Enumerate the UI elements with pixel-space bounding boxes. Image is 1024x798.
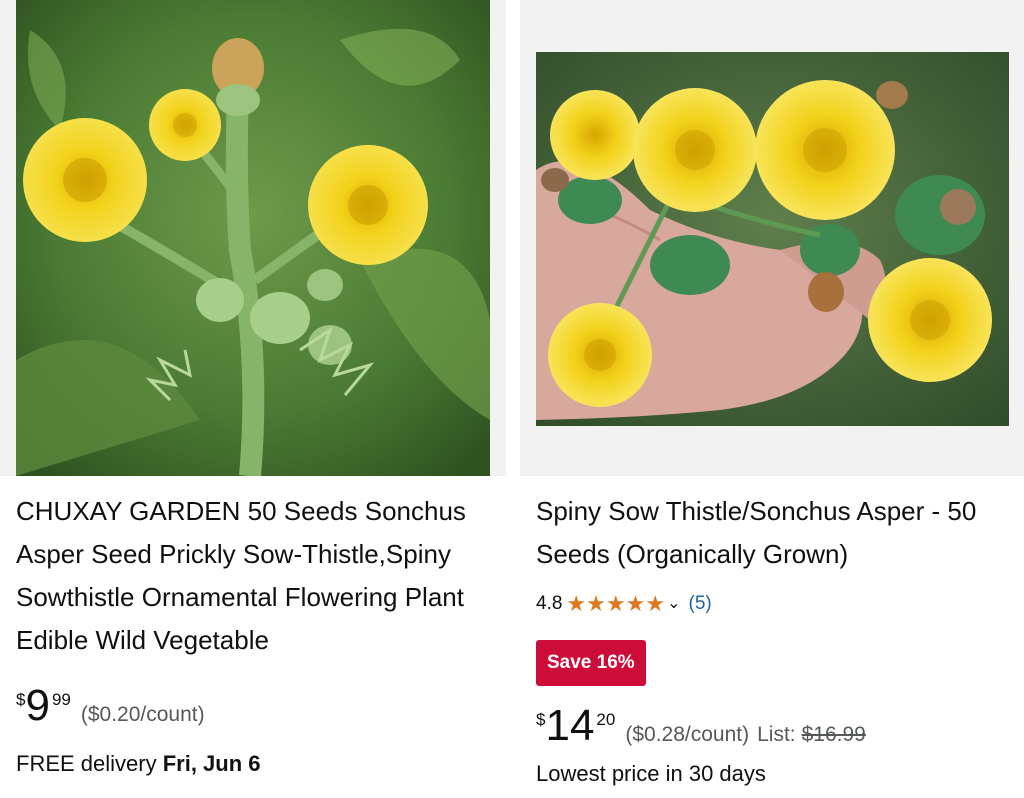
product-title[interactable]: Spiny Sow Thistle/Sonchus Asper - 50 See… [536, 490, 1016, 576]
unit-price: ($0.20/count) [80, 703, 205, 726]
star-icon: ★ [625, 591, 646, 616]
star-icon: ★ [645, 591, 666, 616]
chevron-down-icon[interactable]: ⌄ [667, 590, 680, 618]
product-title[interactable]: CHUXAY GARDEN 50 Seeds Sonchus Asper See… [16, 490, 496, 662]
unit-price: ($0.28/count) [625, 723, 750, 746]
product-image[interactable] [0, 0, 506, 476]
review-count-link[interactable]: (5) [689, 590, 712, 618]
price-note: Lowest price in 30 days [536, 761, 766, 786]
product-photo[interactable] [0, 0, 506, 476]
star-icon: ★ [605, 591, 626, 616]
delivery-prefix: FREE delivery [16, 751, 157, 776]
star-icon: ★ [586, 591, 606, 616]
price-fraction: 20 [596, 710, 616, 729]
currency-symbol: $ [536, 710, 546, 729]
list-price-label: List: [757, 723, 796, 746]
rating[interactable]: 4.8 ★ ★ ★ ★ ★ ⌄ (5) [536, 590, 712, 618]
price-whole: 14 [545, 701, 595, 750]
product-image[interactable] [520, 0, 1024, 476]
currency-symbol: $ [16, 690, 26, 709]
star-rating-icon[interactable]: ★ ★ ★ ★ ★ [566, 593, 665, 615]
star-icon: ★ [566, 591, 587, 616]
price-fraction: 99 [51, 690, 71, 709]
list-price: $16.99 [801, 723, 866, 746]
delivery-date: Fri, Jun 6 [162, 751, 261, 776]
product-price: $ 14 20 ($0.28/count) List: $16.99 [536, 704, 866, 748]
product-photo[interactable] [520, 0, 1024, 476]
price-whole: 9 [25, 681, 50, 730]
rating-value: 4.8 [536, 593, 563, 614]
product-grid: CHUXAY GARDEN 50 Seeds Sonchus Asper See… [0, 0, 1024, 798]
discount-badge: Save 16% [536, 640, 646, 686]
delivery-info: FREE delivery Fri, Jun 6 [16, 750, 261, 778]
product-price: $ 9 99 ($0.20/count) [16, 684, 205, 728]
